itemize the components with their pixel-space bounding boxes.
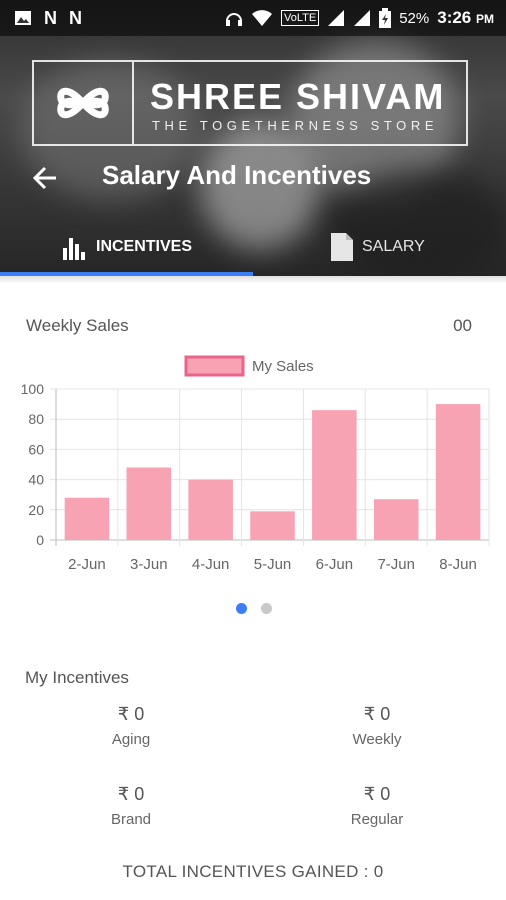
tab-incentives[interactable]: INCENTIVES <box>62 222 192 272</box>
x-tick-label: 2-Jun <box>68 556 106 573</box>
n-icon: N <box>69 8 82 28</box>
chart-pager <box>236 603 272 614</box>
clock-ampm: PM <box>476 12 494 26</box>
back-arrow-icon[interactable] <box>30 162 62 194</box>
n-icon: N <box>44 8 57 28</box>
bar <box>435 404 481 540</box>
incentive-brand: ₹ 0 Brand <box>71 784 191 828</box>
bar <box>126 467 172 540</box>
app-header: N N VoLTE 52% 3:26 PM SHREE SHIVAM THE T… <box>0 0 506 276</box>
tab-salary-label: SALARY <box>362 238 425 255</box>
brand-symbol-icon <box>57 87 109 119</box>
document-icon <box>331 233 353 261</box>
status-right-icons: VoLTE 52% 3:26 PM <box>225 8 494 28</box>
clock-time: 3:26 <box>437 8 472 27</box>
incentives-title: My Incentives <box>25 668 129 687</box>
bar <box>373 499 419 540</box>
status-bar: N N VoLTE 52% 3:26 PM <box>0 0 506 36</box>
image-icon <box>15 11 31 25</box>
brand-logo: SHREE SHIVAM THE TOGETHERNESS STORE <box>32 60 468 146</box>
x-tick-label: 4-Jun <box>192 556 230 573</box>
y-tick-label: 60 <box>28 441 44 457</box>
bar <box>250 511 295 540</box>
signal-icon <box>354 10 371 26</box>
incentive-brand-label: Brand <box>110 811 152 828</box>
bar <box>312 410 357 540</box>
wifi-icon <box>251 10 272 26</box>
incentive-regular-label: Regular <box>350 811 404 828</box>
incentive-weekly-label: Weekly <box>352 731 402 748</box>
weekly-sales-value: 00 <box>453 316 472 335</box>
bar <box>64 497 110 540</box>
tab-incentives-label: INCENTIVES <box>96 238 193 255</box>
clock: 3:26 PM <box>437 8 494 28</box>
headphones-icon <box>225 13 242 26</box>
weekly-sales-chart: My Sales 0 20 40 60 80 100 2-Jun 3-Jun 4-Jun 5-Jun… <box>21 355 490 573</box>
y-tick-label: 40 <box>28 472 44 488</box>
y-tick-label: 0 <box>36 532 44 548</box>
incentive-aging-value: ₹ 0 <box>117 704 145 724</box>
x-tick-label: 6-Jun <box>316 556 354 573</box>
page-title: Salary And Incentives <box>102 160 372 190</box>
battery-icon <box>379 8 392 28</box>
bar <box>188 479 233 540</box>
y-tick-label: 80 <box>28 411 44 427</box>
header-shadow <box>0 276 506 284</box>
incentive-brand-value: ₹ 0 <box>117 784 145 804</box>
incentive-aging: ₹ 0 Aging <box>71 704 191 748</box>
x-tick-label: 8-Jun <box>439 556 477 573</box>
x-tick-label: 3-Jun <box>130 556 168 573</box>
incentive-regular: ₹ 0 Regular <box>317 784 437 828</box>
x-tick-label: 7-Jun <box>377 556 415 573</box>
total-incentives: TOTAL INCENTIVES GAINED : 0 <box>122 862 384 881</box>
brand-name: SHREE SHIVAM <box>150 76 446 117</box>
status-left-icons: N N <box>14 8 82 28</box>
legend-label: My Sales <box>252 358 314 375</box>
incentive-weekly-value: ₹ 0 <box>363 704 391 724</box>
y-tick-label: 100 <box>21 381 45 397</box>
y-tick-label: 20 <box>28 502 44 518</box>
brand-tagline: THE TOGETHERNESS STORE <box>152 118 439 133</box>
brand-mark <box>34 62 134 144</box>
tab-salary[interactable]: SALARY <box>330 222 425 272</box>
signal-icon <box>328 10 345 26</box>
battery-percent: 52% <box>399 9 430 27</box>
volte-icon: VoLTE <box>280 10 320 26</box>
x-tick-label: 5-Jun <box>254 556 292 573</box>
pager-dot[interactable] <box>236 603 247 614</box>
pager-dot[interactable] <box>261 603 272 614</box>
weekly-sales-title: Weekly Sales <box>26 316 129 335</box>
bar-chart-icon <box>63 238 85 260</box>
incentive-aging-label: Aging <box>111 731 151 748</box>
incentive-weekly: ₹ 0 Weekly <box>317 704 437 748</box>
incentive-regular-value: ₹ 0 <box>363 784 391 804</box>
legend-swatch <box>184 355 245 377</box>
